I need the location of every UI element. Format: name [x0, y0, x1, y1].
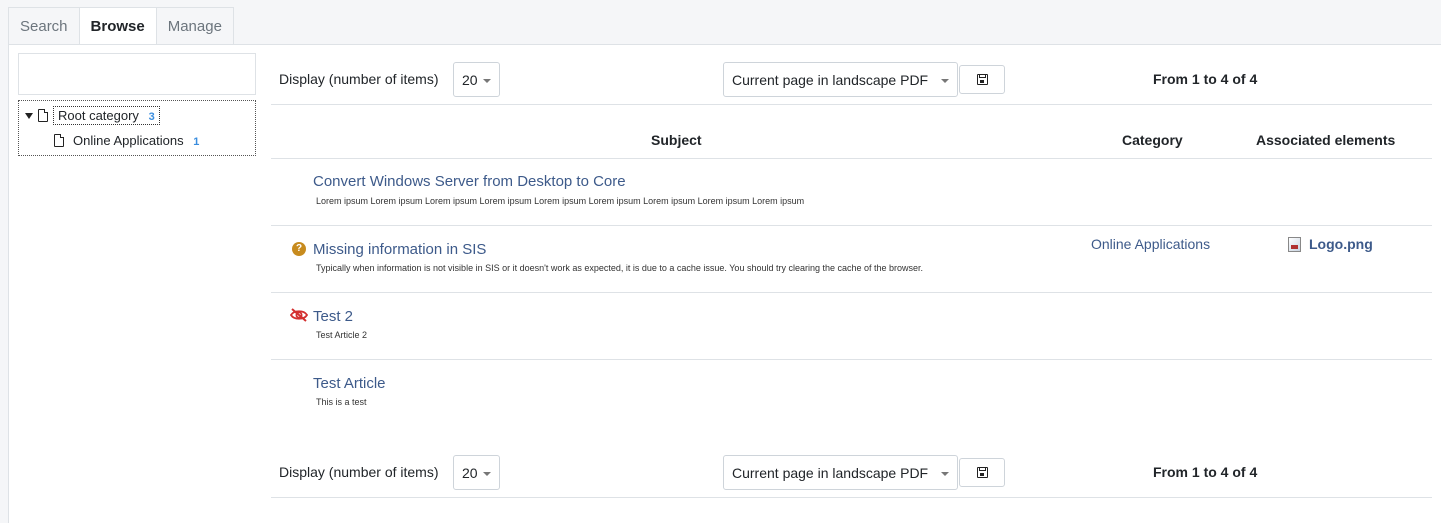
tree-node-label: Root category [58, 108, 139, 123]
question-circle-icon: ? [292, 242, 306, 256]
row-description: Lorem ipsum Lorem ipsum Lorem ipsum Lore… [316, 196, 805, 206]
eye-slash-icon [290, 308, 308, 322]
bottom-toolbar: Display (number of items) 20 Current pag… [271, 454, 1432, 498]
chevron-down-icon [941, 79, 949, 83]
tab-browse[interactable]: Browse [78, 7, 157, 46]
header-associated-elements[interactable]: Associated elements [1256, 132, 1395, 148]
associated-element-link[interactable]: Logo.png [1288, 236, 1373, 252]
top-toolbar: Display (number of items) 20 Current pag… [271, 61, 1432, 105]
export-button[interactable] [959, 65, 1005, 94]
table-header: Subject Category Associated elements [271, 121, 1432, 159]
display-label: Display (number of items) [279, 464, 439, 480]
export-select[interactable]: Current page in landscape PDF [723, 455, 958, 490]
row-title-link[interactable]: Test Article [313, 375, 386, 392]
image-file-icon [1288, 236, 1301, 252]
header-category[interactable]: Category [1122, 132, 1183, 148]
chevron-down-icon [941, 472, 949, 476]
associated-element-label: Logo.png [1309, 236, 1373, 252]
display-count-select[interactable]: 20 [453, 455, 500, 490]
display-label: Display (number of items) [279, 71, 439, 87]
tab-bar: Search Browse Manage [8, 7, 234, 46]
table-row: Test Article This is a test [271, 360, 1432, 427]
export-value: Current page in landscape PDF [732, 465, 929, 481]
row-description: Test Article 2 [316, 330, 368, 340]
tab-manage[interactable]: Manage [155, 7, 234, 45]
floppy-disk-icon [977, 74, 988, 85]
tree-node-root[interactable]: Root category 3 [25, 106, 160, 125]
row-title-link[interactable]: Missing information in SIS [313, 241, 486, 258]
row-title-link[interactable]: Convert Windows Server from Desktop to C… [313, 173, 626, 190]
tree-search-input[interactable] [18, 53, 256, 95]
display-count-value: 20 [462, 465, 478, 481]
table-row: Convert Windows Server from Desktop to C… [271, 159, 1432, 226]
pager-text: From 1 to 4 of 4 [1153, 464, 1258, 480]
row-description: This is a test [316, 397, 367, 407]
tree-node-label: Online Applications [73, 133, 184, 148]
file-icon [54, 134, 64, 147]
category-tree: Root category 3 Online Applications 1 [18, 100, 256, 156]
display-count-value: 20 [462, 72, 478, 88]
row-description: Typically when information is not visibl… [316, 263, 924, 273]
display-count-select[interactable]: 20 [453, 62, 500, 97]
row-category-link[interactable]: Online Applications [1091, 236, 1210, 252]
table-row: ? Missing information in SIS Typically w… [271, 226, 1432, 293]
table-row: Test 2 Test Article 2 [271, 293, 1432, 360]
pager-text: From 1 to 4 of 4 [1153, 71, 1258, 87]
export-value: Current page in landscape PDF [732, 72, 929, 88]
count-badge: 1 [193, 136, 200, 148]
floppy-disk-icon [977, 467, 988, 478]
header-subject[interactable]: Subject [651, 132, 702, 148]
tree-node-online-applications[interactable]: Online Applications 1 [54, 132, 203, 149]
export-button[interactable] [959, 458, 1005, 487]
tab-search[interactable]: Search [8, 7, 80, 45]
file-icon [38, 109, 48, 122]
row-title-link[interactable]: Test 2 [313, 308, 353, 325]
chevron-down-icon [483, 472, 491, 476]
caret-down-icon[interactable] [25, 112, 33, 119]
chevron-down-icon [483, 79, 491, 83]
export-select[interactable]: Current page in landscape PDF [723, 62, 958, 97]
count-badge: 3 [148, 111, 155, 123]
